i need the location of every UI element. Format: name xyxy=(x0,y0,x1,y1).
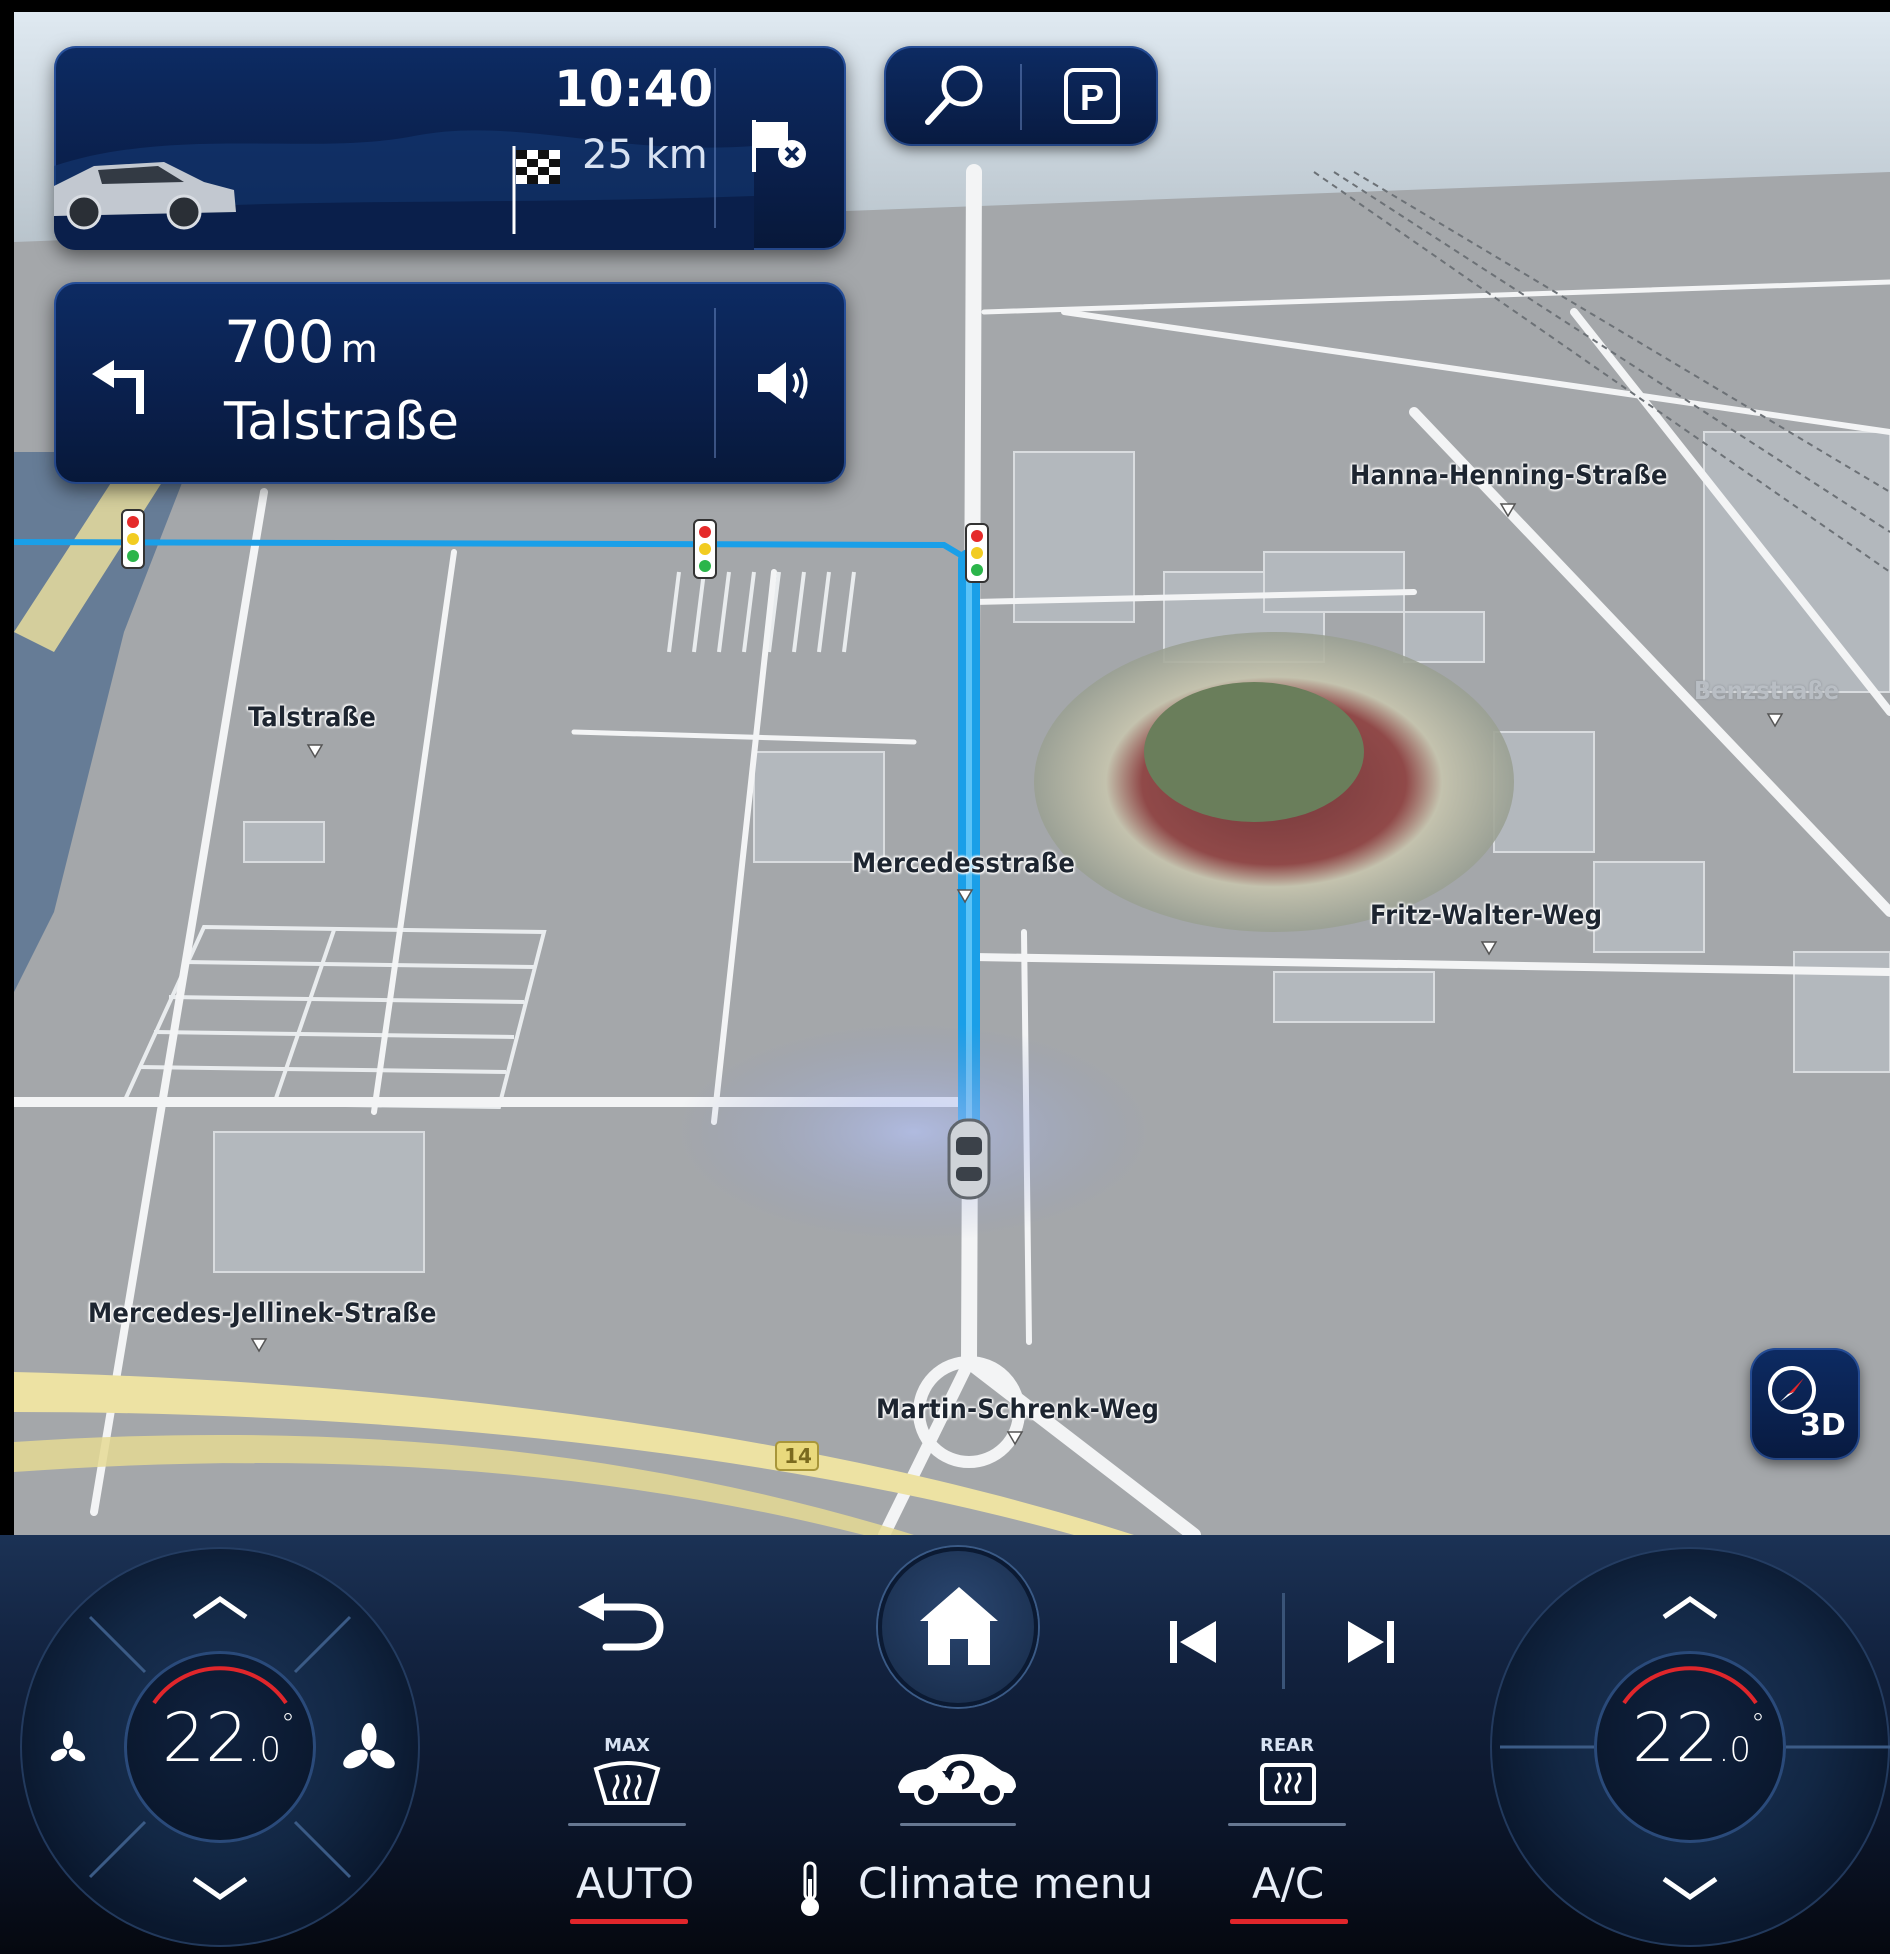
maneuver-panel-divider xyxy=(714,308,716,458)
right-temperature-dial[interactable]: 22.0° xyxy=(1490,1547,1890,1947)
media-divider xyxy=(1282,1593,1285,1689)
left-temperature-dial[interactable]: 22.0° xyxy=(20,1547,420,1947)
thermometer-icon xyxy=(801,1861,819,1916)
right-temperature-value: 22.0° xyxy=(1632,1699,1765,1778)
auto-climate-button[interactable]: AUTO xyxy=(560,1859,694,1929)
route-panel-divider xyxy=(714,68,716,228)
home-icon xyxy=(920,1587,998,1665)
map-3d-compass-button[interactable]: 3D xyxy=(1750,1348,1860,1460)
climate-menu-label: Climate menu xyxy=(858,1859,1153,1908)
left-temp-degree: ° xyxy=(280,1707,295,1740)
street-label-mercedes-jellinek: Mercedes-Jellinek-Straße xyxy=(88,1298,437,1329)
street-label-hanna-henning: Hanna-Henning-Straße xyxy=(1350,460,1668,491)
maneuver-distance-value: 700 xyxy=(224,308,335,376)
maneuver-panel[interactable]: 700 m Talstraße xyxy=(54,282,846,484)
street-label-talstrasse: Talstraße xyxy=(248,702,376,733)
search-parking-toolbar: P xyxy=(884,46,1158,146)
previous-track-icon[interactable] xyxy=(1168,1619,1220,1665)
auto-label: AUTO xyxy=(576,1859,695,1908)
max-defrost-label: MAX xyxy=(604,1735,650,1756)
street-label-benzstrasse: Benzstraße xyxy=(1694,676,1840,705)
back-arrow-icon[interactable] xyxy=(576,1593,666,1653)
distance-remaining: 25 km xyxy=(582,132,708,178)
recirculation-indicator xyxy=(900,1823,1016,1826)
head-unit-screen: Hanna-Henning-Straße Benzstraße Talstraß… xyxy=(0,0,1890,1954)
right-temp-main: 22 xyxy=(1632,1699,1719,1778)
left-temp-main: 22 xyxy=(162,1699,249,1778)
vehicle-position-icon xyxy=(947,1118,991,1200)
car-image-icon xyxy=(54,162,236,230)
ac-active-indicator xyxy=(1230,1919,1348,1924)
maneuver-street-name: Talstraße xyxy=(224,392,459,452)
route-info-panel[interactable]: 10:40 25 km xyxy=(54,46,846,250)
climate-control-bar: 22.0° 22.0° MAX REAR AUTO Climate menu A… xyxy=(0,1535,1890,1954)
arrival-time: 10:40 xyxy=(554,60,714,118)
maneuver-distance: 700 m xyxy=(224,308,378,376)
street-label-fritz-walter: Fritz-Walter-Weg xyxy=(1370,900,1603,931)
road-shield-label: 14 xyxy=(784,1444,812,1468)
climate-menu-button[interactable]: Climate menu xyxy=(792,1859,1153,1929)
ac-label: A/C xyxy=(1252,1859,1325,1908)
right-temp-up-chevron-icon[interactable] xyxy=(1660,1593,1720,1623)
destination-cancel-icon[interactable] xyxy=(748,116,812,180)
street-label-mercedesstrasse: Mercedesstraße xyxy=(852,848,1076,879)
street-label-martin-schrenk: Martin-Schrenk-Weg xyxy=(876,1394,1160,1425)
maneuver-distance-unit: m xyxy=(340,327,378,371)
auto-active-indicator xyxy=(570,1919,688,1924)
left-temperature-value: 22.0° xyxy=(162,1699,295,1778)
toolbar-divider xyxy=(1020,64,1022,130)
turn-left-arrow-icon xyxy=(92,360,144,414)
home-button[interactable] xyxy=(878,1547,1038,1707)
ac-button[interactable]: A/C xyxy=(1222,1859,1356,1929)
temp-down-chevron-icon[interactable] xyxy=(190,1873,250,1903)
right-temp-decimal: .0 xyxy=(1718,1730,1751,1770)
rear-window-defrost-icon xyxy=(1260,1763,1316,1805)
max-defrost-indicator xyxy=(568,1823,686,1826)
temp-up-chevron-icon[interactable] xyxy=(190,1593,250,1623)
view-mode-3d-label: 3D xyxy=(1800,1408,1846,1443)
search-icon[interactable] xyxy=(920,60,990,130)
right-temp-degree: ° xyxy=(1750,1707,1765,1740)
car-recirculation-icon xyxy=(898,1754,1016,1805)
fan-low-icon[interactable] xyxy=(50,1731,86,1767)
svg-text:P: P xyxy=(1080,77,1104,118)
max-defrost-button[interactable]: MAX xyxy=(568,1735,686,1827)
rear-defrost-button[interactable]: REAR xyxy=(1228,1735,1346,1827)
rear-defrost-indicator xyxy=(1228,1823,1346,1826)
air-recirculation-button[interactable] xyxy=(892,1735,1022,1827)
fan-high-icon[interactable] xyxy=(342,1723,396,1777)
windshield-defrost-icon xyxy=(593,1761,661,1805)
parking-icon[interactable]: P xyxy=(1062,66,1122,126)
left-temp-decimal: .0 xyxy=(248,1730,281,1770)
destination-flag-icon xyxy=(512,146,560,234)
right-temp-down-chevron-icon[interactable] xyxy=(1660,1873,1720,1903)
rear-defrost-label: REAR xyxy=(1260,1735,1314,1756)
voice-guidance-speaker-icon[interactable] xyxy=(754,358,820,408)
next-track-icon[interactable] xyxy=(1344,1619,1396,1665)
